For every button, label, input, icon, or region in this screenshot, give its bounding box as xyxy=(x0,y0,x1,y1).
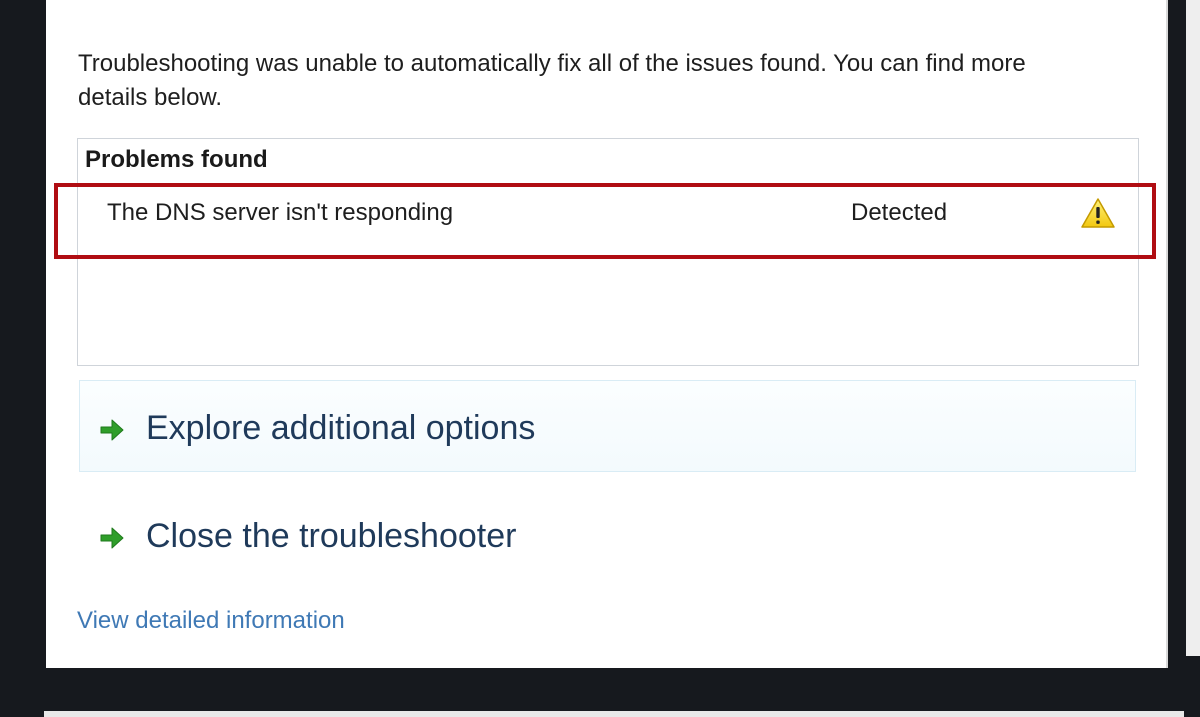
problems-header: Problems found xyxy=(85,146,268,173)
problems-list: Problems found The DNS server isn't resp… xyxy=(77,138,1139,366)
troubleshooter-dialog: Troubleshooting was unable to automatica… xyxy=(46,0,1168,668)
explore-options-button[interactable]: Explore additional options xyxy=(79,380,1136,472)
close-troubleshooter-label: Close the troubleshooter xyxy=(146,517,517,555)
view-detailed-information-link[interactable]: View detailed information xyxy=(77,607,345,635)
green-arrow-icon xyxy=(100,419,124,441)
intro-text: Troubleshooting was unable to automatica… xyxy=(78,50,1026,111)
background-window-strip xyxy=(44,711,1184,717)
problem-name: The DNS server isn't responding xyxy=(107,199,454,226)
explore-options-label: Explore additional options xyxy=(146,409,536,447)
problem-status: Detected xyxy=(851,199,948,226)
background-window-edge xyxy=(1186,0,1200,656)
warning-icon xyxy=(1081,198,1115,228)
problem-row[interactable]: The DNS server isn't responding Detected xyxy=(78,191,1138,235)
green-arrow-icon xyxy=(100,527,124,549)
close-troubleshooter-button[interactable]: Close the troubleshooter xyxy=(79,488,1136,580)
